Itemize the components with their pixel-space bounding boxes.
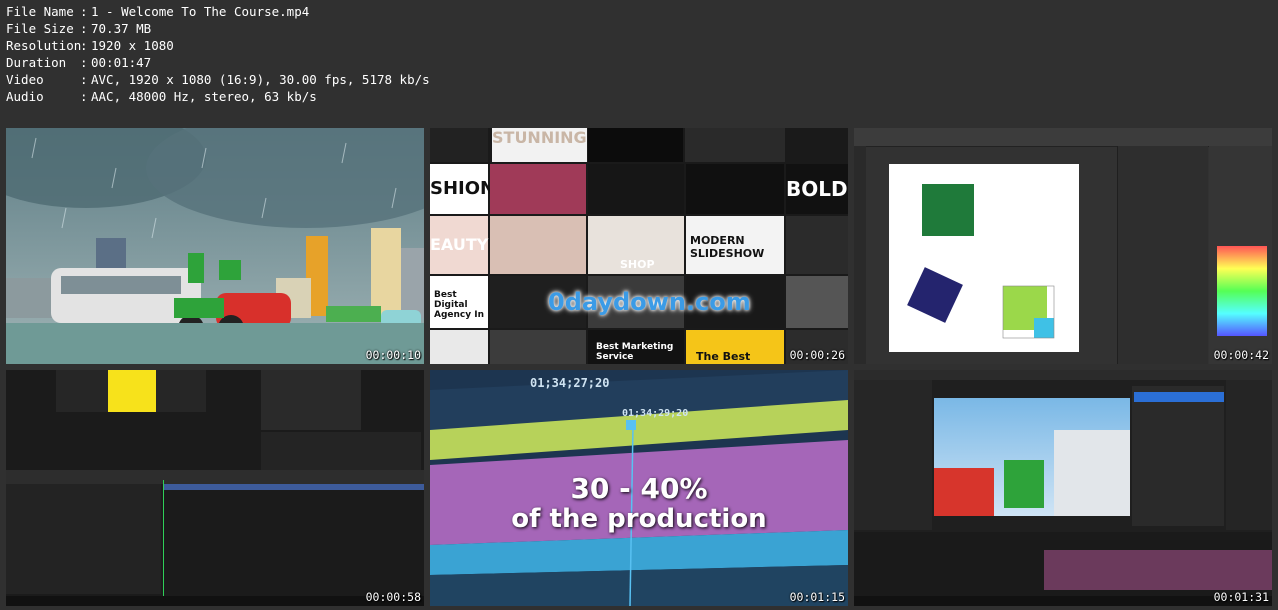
file-info-panel: File Name: 1 - Welcome To The Course.mp4… xyxy=(6,3,430,105)
info-key: File Name xyxy=(6,4,74,19)
timecode-2: 01;34;29;20 xyxy=(622,408,689,419)
info-key: Duration xyxy=(6,55,67,70)
info-value: 1 - Welcome To The Course.mp4 xyxy=(91,4,310,19)
tile-bold: BOLD xyxy=(786,164,848,214)
thumbnail-timestamp: 00:00:58 xyxy=(365,590,421,604)
info-row-resolution: Resolution: 1920 x 1080 xyxy=(6,38,174,53)
info-value: 1920 x 1080 xyxy=(91,38,174,53)
info-row-duration: Duration: 00:01:47 xyxy=(6,55,152,70)
rainy-city-scene xyxy=(6,128,424,364)
info-value: 00:01:47 xyxy=(91,55,152,70)
thumbnail-timestamp: 00:00:10 xyxy=(365,348,421,362)
tile-digital-agency: Best Digital Agency In xyxy=(430,276,488,328)
thumbnail-5[interactable]: 01;34;27;20 01;34;29;20 30 - 40% of the … xyxy=(430,370,848,606)
tile-modern-slideshow: MODERN SLIDESHOW xyxy=(686,216,784,274)
info-key: File Size xyxy=(6,21,74,36)
info-row-file-name: File Name: 1 - Welcome To The Course.mp4 xyxy=(6,4,310,19)
timecode-1: 01;34;27;20 xyxy=(530,376,610,390)
info-row-file-size: File Size: 70.37 MB xyxy=(6,21,152,36)
info-value: AVC, 1920 x 1080 (16:9), 30.00 fps, 5178… xyxy=(91,72,430,87)
thumbnail-timestamp: 00:00:26 xyxy=(789,348,845,362)
tile-marketing-service: Best Marketing Service xyxy=(588,330,684,364)
info-value: 70.37 MB xyxy=(91,21,152,36)
headline-production: of the production xyxy=(511,504,767,534)
info-key: Video xyxy=(6,72,44,87)
tile-stunning: STUNNING xyxy=(492,128,587,162)
tile-shop: SHOP xyxy=(620,258,655,271)
yellow-square xyxy=(108,370,156,412)
info-key: Audio xyxy=(6,89,44,104)
headline-percent: 30 - 40% xyxy=(570,472,708,505)
thumbnail-6[interactable]: 00:01:31 xyxy=(854,370,1272,606)
tile-eauty: EAUTY xyxy=(430,216,488,274)
info-value: AAC, 48000 Hz, stereo, 63 kb/s xyxy=(91,89,317,104)
tile-shion: SHION xyxy=(430,164,495,214)
info-row-video: Video: AVC, 1920 x 1080 (16:9), 30.00 fp… xyxy=(6,72,430,87)
thumbnail-timestamp: 00:01:15 xyxy=(789,590,845,604)
thumbnail-timestamp: 00:01:31 xyxy=(1213,590,1269,604)
thumbnail-timestamp: 00:00:42 xyxy=(1213,348,1269,362)
thumbnail-4[interactable]: 00:00:58 xyxy=(6,370,424,606)
info-row-audio: Audio: AAC, 48000 Hz, stereo, 63 kb/s xyxy=(6,89,317,104)
watermark-text: 0daydown.com xyxy=(548,288,751,316)
shapes-canvas xyxy=(907,184,1055,339)
info-key: Resolution xyxy=(6,38,82,53)
thumbnail-2[interactable]: STUNNING BOLD SHION EAUTY MODERN SLIDESH… xyxy=(430,128,848,364)
thumbnail-3[interactable]: 00:00:42 xyxy=(854,128,1272,364)
thumbnail-1[interactable]: 00:00:10 xyxy=(6,128,424,364)
tile-the-best: The Best xyxy=(686,330,784,364)
